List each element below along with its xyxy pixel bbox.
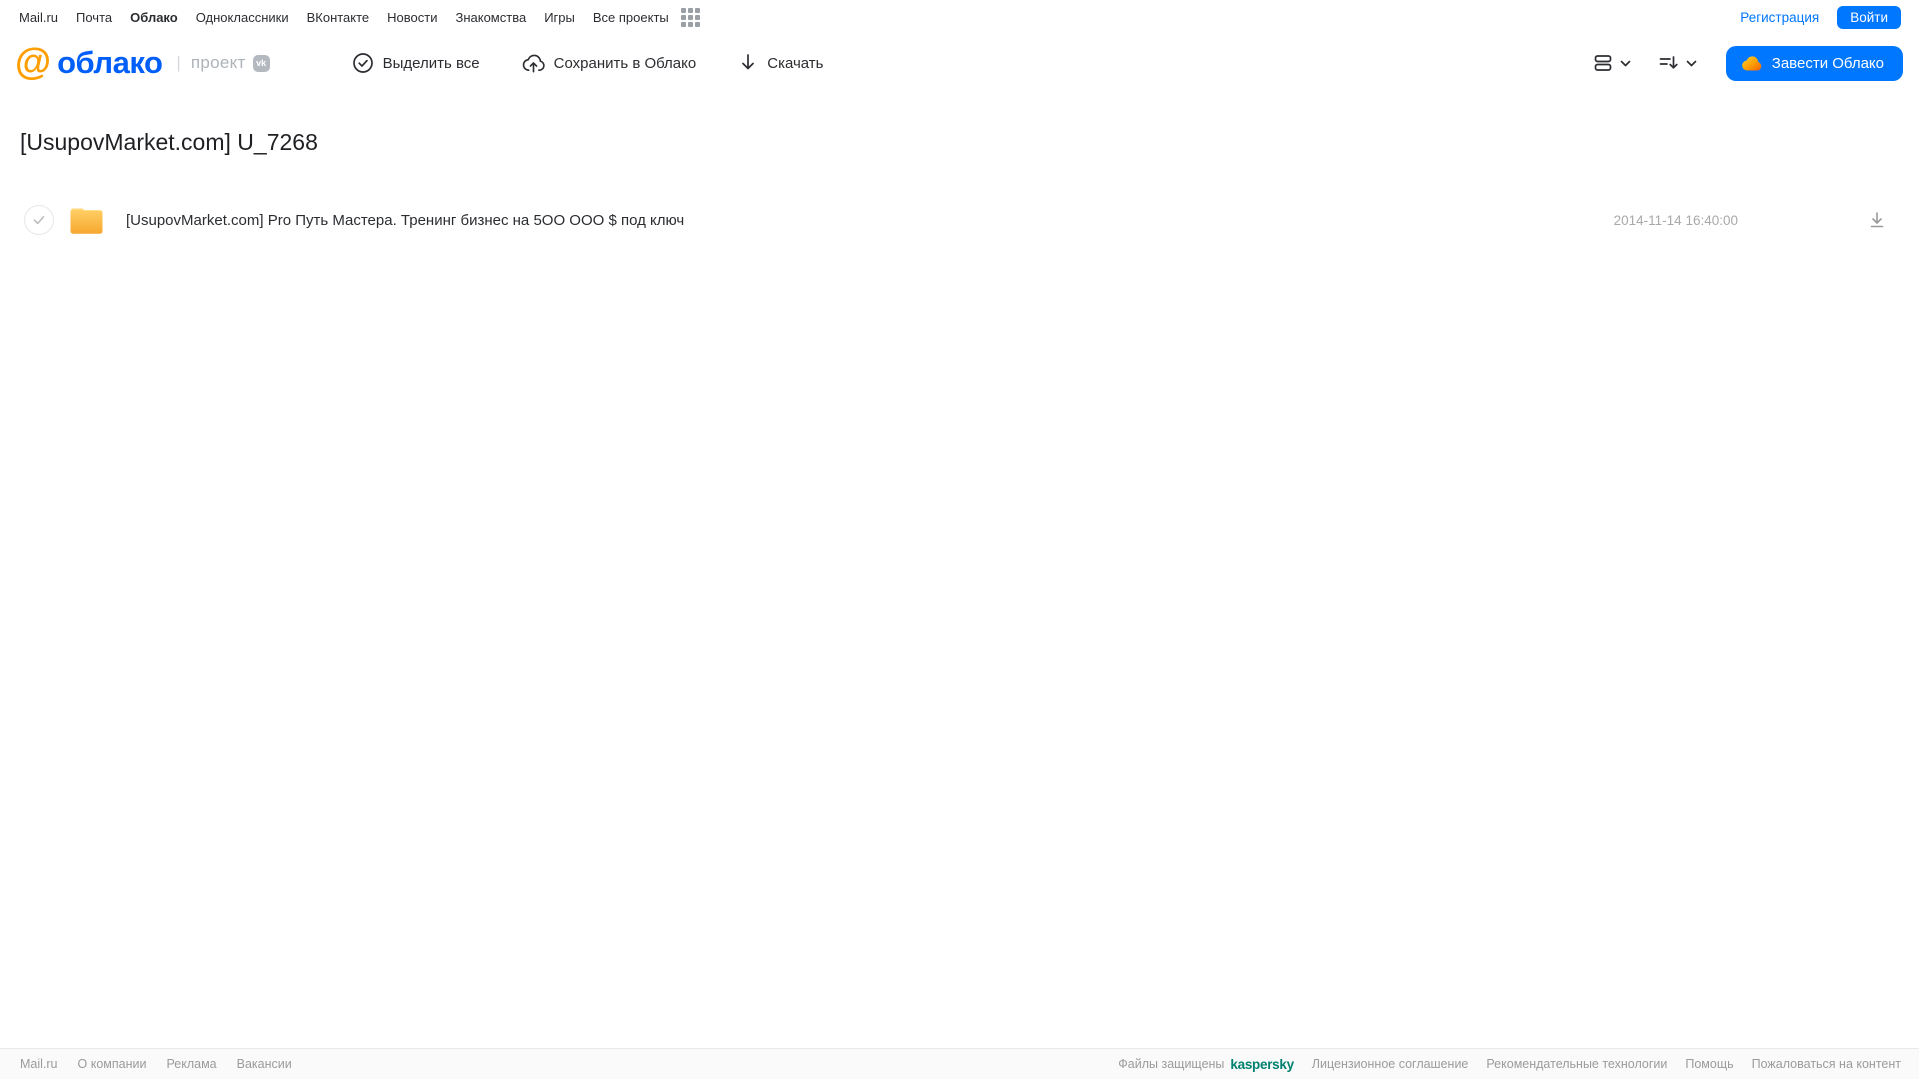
footer-license[interactable]: Лицензионное соглашение [1312,1057,1469,1071]
portal-nav: Mail.ru Почта Облако Одноклассники ВКонт… [0,0,1919,34]
nav-odnoklassniki[interactable]: Одноклассники [196,10,289,25]
view-mode-dropdown[interactable] [1593,53,1632,73]
nav-games[interactable]: Игры [544,10,575,25]
nav-news[interactable]: Новости [387,10,437,25]
footer-jobs[interactable]: Вакансии [237,1057,292,1071]
folder-icon [70,208,103,234]
check-icon [33,215,45,225]
footer-report-content[interactable]: Пожаловаться на контент [1752,1057,1901,1071]
kaspersky-logo: kaspersky [1230,1056,1294,1072]
cloud-logo-text: облако [57,45,163,80]
login-button[interactable]: Войти [1837,5,1901,29]
page-title: [UsupovMarket.com] U_7268 [20,129,318,155]
download-icon [1870,212,1884,228]
footer-mailru[interactable]: Mail.ru [20,1057,58,1071]
file-date: 2014-11-14 16:40:00 [1613,212,1738,228]
row-checkbox[interactable] [24,205,54,235]
sort-icon [1659,56,1678,69]
file-name[interactable]: [UsupovMarket.com] Pro Путь Мастера. Тре… [126,212,684,229]
save-to-cloud-label: Сохранить в Облако [553,54,697,72]
footer-right: Файлы защищены kaspersky Лицензионное со… [1118,1057,1901,1072]
get-cloud-button[interactable]: Завести Облако [1725,45,1903,81]
view-tools: Завести Облако [1593,45,1903,81]
download-label: Скачать [767,54,824,72]
all-projects-grid-icon[interactable] [680,7,700,27]
nav-mail[interactable]: Почта [76,10,112,25]
toolbar: @ облако | проект vk Выделить все Сохран… [0,34,1919,92]
file-actions: Выделить все Сохранить в Облако Скачать [352,52,823,74]
footer-recommendation-tech[interactable]: Рекомендательные технологии [1486,1057,1667,1071]
check-circle-icon [352,53,373,73]
footer-about[interactable]: О компании [78,1057,147,1071]
footer-help[interactable]: Помощь [1685,1057,1733,1071]
chevron-down-icon [1686,60,1697,66]
select-all-button[interactable]: Выделить все [352,52,480,74]
nav-mailru[interactable]: Mail.ru [19,10,58,25]
download-arrow-icon [742,54,755,70]
select-all-label: Выделить все [382,54,480,72]
cloud-icon [1741,56,1762,71]
nav-cloud[interactable]: Облако [130,10,178,25]
vk-icon: vk [252,54,270,72]
save-to-cloud-button[interactable]: Сохранить в Облако [522,52,697,74]
list-view-icon [1594,55,1612,71]
mailru-at-icon: @ [15,41,52,82]
chevron-down-icon [1620,60,1631,66]
register-link[interactable]: Регистрация [1740,10,1819,25]
nav-vkontakte[interactable]: ВКонтакте [307,10,370,25]
row-download-button[interactable] [1868,211,1886,229]
footer-ads[interactable]: Реклама [166,1057,216,1071]
nav-all-projects[interactable]: Все проекты [593,10,669,25]
get-cloud-label: Завести Облако [1771,54,1884,72]
project-label: проект [190,53,246,72]
file-row[interactable]: [UsupovMarket.com] Pro Путь Мастера. Тре… [0,194,1919,246]
protected-label: Файлы защищены [1118,1057,1225,1071]
cloud-upload-icon [522,54,545,73]
sort-dropdown[interactable] [1658,53,1698,73]
download-button[interactable]: Скачать [738,52,823,74]
cloud-logo[interactable]: @ облако | проект vk [15,41,270,82]
footer: Mail.ru О компании Реклама Вакансии Файл… [0,1048,1919,1079]
logo-divider: | [176,53,181,72]
kaspersky-protection: Файлы защищены kaspersky [1118,1056,1294,1072]
nav-dating[interactable]: Знакомства [455,10,526,25]
